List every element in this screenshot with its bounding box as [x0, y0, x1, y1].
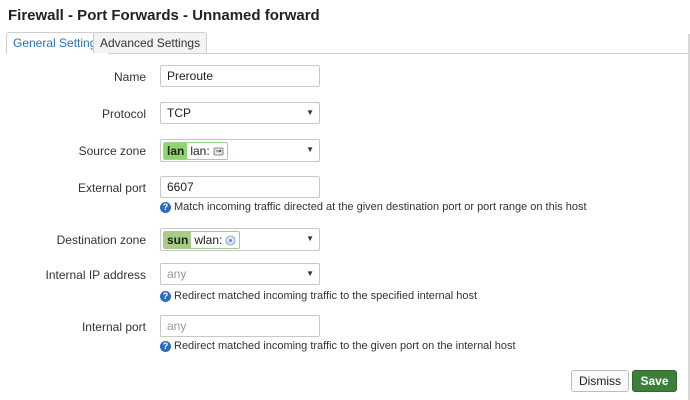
save-button[interactable]: Save: [632, 370, 677, 392]
help-icon: ?: [160, 290, 171, 302]
source-zone-chip: lan lan:: [163, 142, 228, 160]
protocol-value: TCP: [167, 106, 191, 120]
internal-port-help-text: Redirect matched incoming traffic to the…: [174, 340, 516, 352]
internal-ip-label: Internal IP address: [45, 268, 146, 282]
destination-zone-label: Destination zone: [56, 233, 146, 247]
destination-zone-interface-label: wlan:: [194, 233, 223, 247]
chevron-down-icon: ▼: [306, 234, 314, 243]
external-port-label: External port: [77, 181, 146, 195]
page-title: Firewall - Port Forwards - Unnamed forwa…: [8, 7, 320, 24]
dismiss-button[interactable]: Dismiss: [571, 370, 629, 392]
destination-zone-select[interactable]: sun wlan: ▼: [160, 228, 320, 251]
name-input[interactable]: Preroute: [160, 65, 320, 87]
destination-zone-name: sun: [164, 232, 192, 248]
wireless-icon: [225, 235, 236, 245]
internal-ip-select[interactable]: any ▼: [160, 263, 320, 285]
network-switch-icon: [213, 147, 224, 155]
tab-advanced-settings[interactable]: Advanced Settings: [93, 32, 208, 53]
internal-port-label: Internal port: [81, 320, 146, 334]
protocol-select[interactable]: TCP ▼: [160, 102, 320, 124]
tab-bar: General Settings Advanced Settings: [6, 32, 690, 54]
internal-port-input[interactable]: any: [160, 315, 320, 337]
chevron-down-icon: ▼: [306, 269, 314, 278]
destination-zone-chip: sun wlan:: [163, 231, 241, 249]
external-port-help-text: Match incoming traffic directed at the g…: [174, 201, 587, 213]
external-port-help: ? Match incoming traffic directed at the…: [160, 201, 587, 213]
chevron-down-icon: ▼: [306, 108, 314, 117]
source-zone-interface-label: lan:: [190, 144, 210, 158]
internal-port-help: ? Redirect matched incoming traffic to t…: [160, 340, 516, 352]
source-zone-select[interactable]: lan lan: ▼: [160, 139, 320, 162]
help-icon: ?: [160, 340, 171, 352]
protocol-label: Protocol: [101, 107, 146, 121]
help-icon: ?: [160, 201, 171, 213]
name-label: Name: [113, 70, 146, 84]
external-port-input[interactable]: 6607: [160, 176, 320, 198]
chevron-down-icon: ▼: [306, 145, 314, 154]
internal-ip-help: ? Redirect matched incoming traffic to t…: [160, 290, 477, 302]
source-zone-interface: lan:: [187, 143, 227, 159]
source-zone-label: Source zone: [78, 144, 146, 158]
source-zone-name: lan: [164, 143, 188, 159]
internal-ip-placeholder: any: [167, 267, 187, 281]
destination-zone-interface: wlan:: [191, 232, 240, 248]
internal-ip-help-text: Redirect matched incoming traffic to the…: [174, 290, 478, 302]
